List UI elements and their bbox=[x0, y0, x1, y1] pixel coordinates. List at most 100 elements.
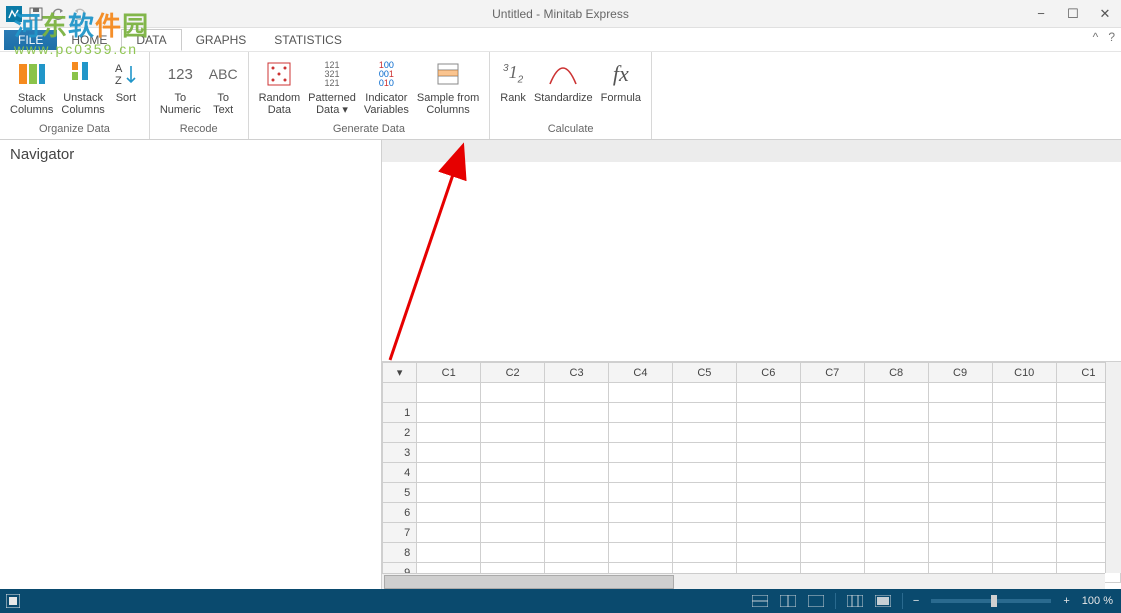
cell[interactable] bbox=[928, 483, 992, 503]
cell[interactable] bbox=[992, 423, 1056, 443]
cell[interactable] bbox=[736, 403, 800, 423]
cell[interactable] bbox=[928, 463, 992, 483]
cell[interactable] bbox=[417, 543, 481, 563]
cell[interactable] bbox=[609, 523, 673, 543]
cell[interactable] bbox=[928, 503, 992, 523]
tab-graphs[interactable]: GRAPHS bbox=[182, 30, 261, 50]
cell[interactable] bbox=[417, 523, 481, 543]
cell[interactable] bbox=[417, 443, 481, 463]
cell[interactable] bbox=[609, 403, 673, 423]
column-header[interactable]: C6 bbox=[736, 363, 800, 383]
tab-home[interactable]: HOME bbox=[57, 30, 121, 50]
cell[interactable] bbox=[417, 403, 481, 423]
column-header[interactable]: C1 bbox=[417, 363, 481, 383]
column-header[interactable]: C8 bbox=[864, 363, 928, 383]
cell[interactable] bbox=[672, 483, 736, 503]
cell[interactable] bbox=[545, 463, 609, 483]
cell[interactable] bbox=[672, 463, 736, 483]
rank-button[interactable]: 312 Rank bbox=[496, 56, 530, 106]
cell[interactable] bbox=[545, 483, 609, 503]
corner-cell[interactable]: ▾ bbox=[383, 363, 417, 383]
horizontal-scrollbar[interactable] bbox=[382, 573, 1105, 589]
row-header[interactable] bbox=[383, 383, 417, 403]
column-header[interactable]: C7 bbox=[800, 363, 864, 383]
cell[interactable] bbox=[736, 503, 800, 523]
row-header[interactable]: 8 bbox=[383, 543, 417, 563]
cell[interactable] bbox=[545, 543, 609, 563]
cell[interactable] bbox=[545, 523, 609, 543]
cell[interactable] bbox=[800, 443, 864, 463]
zoom-out-button[interactable]: − bbox=[909, 595, 923, 607]
patterned-data-button[interactable]: 121321121 PatternedData ▾ bbox=[304, 56, 360, 118]
cell[interactable] bbox=[992, 523, 1056, 543]
cell[interactable] bbox=[928, 543, 992, 563]
cell[interactable] bbox=[928, 523, 992, 543]
cell[interactable] bbox=[609, 423, 673, 443]
cell[interactable] bbox=[928, 443, 992, 463]
cell[interactable] bbox=[481, 543, 545, 563]
cell[interactable] bbox=[864, 523, 928, 543]
cell[interactable] bbox=[736, 463, 800, 483]
cell[interactable] bbox=[864, 443, 928, 463]
row-header[interactable]: 7 bbox=[383, 523, 417, 543]
cell[interactable] bbox=[609, 503, 673, 523]
cell[interactable] bbox=[481, 523, 545, 543]
cell[interactable] bbox=[481, 503, 545, 523]
cell[interactable] bbox=[992, 543, 1056, 563]
cell[interactable] bbox=[481, 383, 545, 403]
layout-button-3[interactable] bbox=[803, 591, 829, 611]
sort-button[interactable]: AZ Sort bbox=[109, 56, 143, 106]
cell[interactable] bbox=[609, 383, 673, 403]
cell[interactable] bbox=[992, 503, 1056, 523]
cell[interactable] bbox=[864, 503, 928, 523]
cell[interactable] bbox=[672, 443, 736, 463]
cell[interactable] bbox=[609, 443, 673, 463]
cell[interactable] bbox=[800, 403, 864, 423]
column-header[interactable]: C4 bbox=[609, 363, 673, 383]
help-icon[interactable]: ? bbox=[1108, 30, 1115, 44]
row-header[interactable]: 6 bbox=[383, 503, 417, 523]
cell[interactable] bbox=[481, 463, 545, 483]
cell[interactable] bbox=[864, 483, 928, 503]
cell[interactable] bbox=[672, 383, 736, 403]
cell[interactable] bbox=[481, 423, 545, 443]
qat-save-icon[interactable] bbox=[28, 6, 44, 22]
cell[interactable] bbox=[864, 423, 928, 443]
cell[interactable] bbox=[672, 543, 736, 563]
tab-data[interactable]: DATA bbox=[121, 29, 181, 51]
cell[interactable] bbox=[672, 523, 736, 543]
column-header[interactable]: C2 bbox=[481, 363, 545, 383]
cell[interactable] bbox=[800, 543, 864, 563]
zoom-in-button[interactable]: + bbox=[1059, 595, 1073, 607]
layout-button-2[interactable] bbox=[775, 591, 801, 611]
stack-columns-button[interactable]: StackColumns bbox=[6, 56, 57, 118]
cell[interactable] bbox=[417, 463, 481, 483]
view-button-1[interactable] bbox=[842, 591, 868, 611]
qat-undo-icon[interactable] bbox=[50, 6, 66, 22]
standardize-button[interactable]: Standardize bbox=[530, 56, 597, 106]
cell[interactable] bbox=[672, 423, 736, 443]
cell[interactable] bbox=[992, 463, 1056, 483]
file-tab[interactable]: FILE bbox=[4, 30, 57, 50]
tab-statistics[interactable]: STATISTICS bbox=[260, 30, 356, 50]
row-header[interactable]: 3 bbox=[383, 443, 417, 463]
cell[interactable] bbox=[864, 543, 928, 563]
cell[interactable] bbox=[864, 383, 928, 403]
collapse-ribbon-icon[interactable]: ^ bbox=[1093, 30, 1099, 44]
column-header[interactable]: C10 bbox=[992, 363, 1056, 383]
cell[interactable] bbox=[864, 463, 928, 483]
cell[interactable] bbox=[545, 423, 609, 443]
cell[interactable] bbox=[800, 483, 864, 503]
cell[interactable] bbox=[800, 463, 864, 483]
column-header[interactable]: C9 bbox=[928, 363, 992, 383]
cell[interactable] bbox=[609, 543, 673, 563]
cell[interactable] bbox=[481, 483, 545, 503]
cell[interactable] bbox=[736, 443, 800, 463]
cell[interactable] bbox=[417, 383, 481, 403]
cell[interactable] bbox=[928, 383, 992, 403]
cell[interactable] bbox=[800, 523, 864, 543]
worksheet[interactable]: ▾C1C2C3C4C5C6C7C8C9C10C1123456789 bbox=[382, 362, 1121, 589]
view-button-2[interactable] bbox=[870, 591, 896, 611]
cell[interactable] bbox=[672, 403, 736, 423]
column-header[interactable]: C3 bbox=[545, 363, 609, 383]
